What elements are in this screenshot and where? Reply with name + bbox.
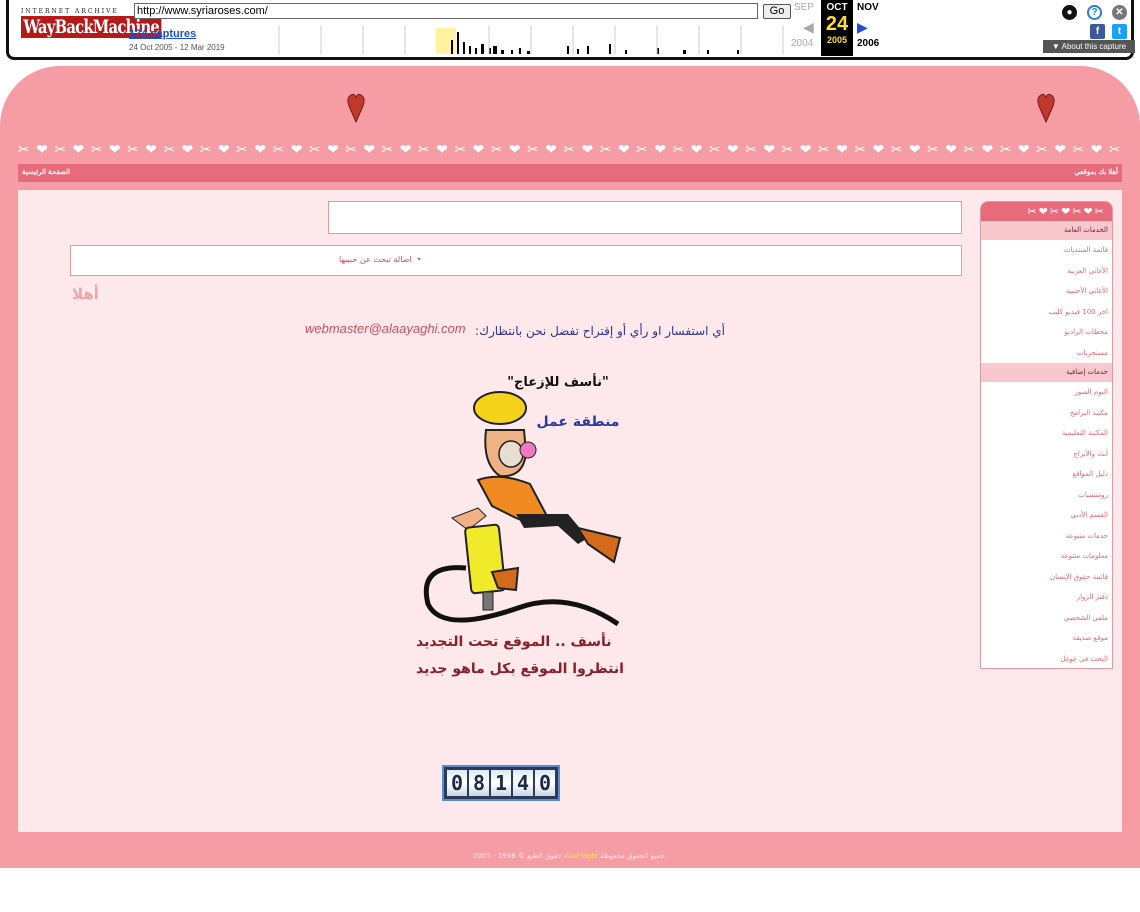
footer-copyright: حقوق الطبع © 1998 - 2005 [473,852,562,860]
sidebar-item[interactable]: دفتر الزوار [981,587,1112,608]
captures-link[interactable]: 174 captures [129,28,196,40]
next-month[interactable]: NOV [857,2,879,13]
sidebar-item[interactable]: محطات الراديو [981,322,1112,343]
sidebar-item[interactable]: مسنجريات [981,343,1112,364]
wayback-panel: INTERNET ARCHIVE WayBackMachine Go 174 c… [6,0,1135,60]
sidebar-item[interactable]: أنت والأبراج [981,444,1112,465]
heart-ribbon-icon [1037,93,1055,124]
sidebar: ✂❤✂❤✂❤✂ الخدمات العامة قائمة المنتديات ا… [980,201,1113,669]
go-button[interactable]: Go [763,4,791,19]
current-day: 24 [825,13,849,35]
sidebar-item[interactable]: اخر 100 فيديو كليب [981,302,1112,323]
sidebar-item[interactable]: قائمة المنتديات [981,240,1112,261]
sidebar-item[interactable]: قائمة حقوق الإنسان [981,567,1112,588]
next-year[interactable]: 2006 [857,38,879,49]
sidebar-section-extra: خدمات إضافية [981,363,1112,382]
help-icon[interactable]: ? [1087,5,1102,20]
sidebar-hearts-icon: ✂❤✂❤✂❤✂ [981,202,1112,221]
sidebar-item[interactable]: ملفي الشخصي [981,608,1112,629]
current-capture: OCT 24 2005 [821,0,853,56]
sidebar-item[interactable]: خدمات متنوعة [981,526,1112,547]
home-link[interactable]: الصفحة الرئيسية [22,164,70,182]
next-arrow-icon[interactable]: ▶ [857,20,868,36]
sidebar-item[interactable]: الأغاني الأجنبية [981,281,1112,302]
about-capture-label: About this capture [1061,42,1127,51]
greeting-heading: أهلا [72,285,99,303]
welcome-text: أهلا بك بموقعي [1074,169,1118,176]
counter-digit: 0 [535,770,555,796]
close-icon[interactable]: ✕ [1112,5,1127,20]
counter-digit: 0 [447,770,467,796]
news-item-label: اصالة تبحث عن حبيبها [339,255,412,264]
sidebar-item[interactable]: معلومات متنوعة [981,546,1112,567]
facebook-icon[interactable]: f [1090,24,1105,39]
news-item[interactable]: اصالة تبحث عن حبيبها • [339,255,421,264]
site-page: ✂ ❤ ✂ ❤ ✂ ❤ ✂ ❤ ✂ ❤ ✂ ❤ ✂ ❤ ✂ ❤ ✂ ❤ ✂ ❤ … [0,66,1140,868]
account-icon[interactable]: ● [1062,5,1077,20]
sidebar-item[interactable]: موقع صديقة [981,628,1112,649]
wayback-logo-caption: INTERNET ARCHIVE [21,8,119,15]
about-capture-link[interactable]: ▼ About this capture [1043,40,1135,53]
heart-ribbon-icon [347,93,365,124]
heart-border-icon: ✂ ❤ ✂ ❤ ✂ ❤ ✂ ❤ ✂ ❤ ✂ ❤ ✂ ❤ ✂ ❤ ✂ ❤ ✂ ❤ … [18,142,1122,158]
news-box: اصالة تبحث عن حبيبها • [70,245,962,276]
wayback-toolbar: INTERNET ARCHIVE WayBackMachine Go 174 c… [0,0,1140,62]
sidebar-item[interactable]: القسم الأدبي [981,505,1112,526]
capture-sparkline[interactable] [237,26,795,54]
counter-digit: 4 [513,770,533,796]
prev-year[interactable]: 2004 [791,38,813,49]
banner-box [328,201,962,234]
nav-bar: أهلا بك بموقعي الصفحة الرئيسية [18,164,1122,182]
sign-work-text: منطقة عمل [537,414,620,430]
sidebar-item[interactable]: الأغاني العربية [981,261,1112,282]
sidebar-item[interactable]: مكتبة البرامج [981,403,1112,424]
email-link[interactable]: webmaster@alaayaghi.com [305,321,466,336]
sidebar-item[interactable]: دليل المواقع [981,464,1112,485]
prev-arrow-icon[interactable]: ◀ [803,20,814,36]
sidebar-item[interactable]: البحث في غوغل [981,649,1112,670]
current-year: 2005 [826,35,848,45]
capture-range: 24 Oct 2005 - 12 Mar 2019 [129,43,225,52]
visit-counter: 0 8 1 4 0 [442,765,560,801]
sorry-line-2: انتظروا الموقع بكل ماهو جديد [416,661,624,677]
sorry-line-1: نأسف .. الموقع تحت التجديد [416,634,612,650]
url-input[interactable] [134,3,758,19]
main-content: اصالة تبحث عن حبيبها • أهلا أي استفسار ا… [18,190,1122,832]
footer: حقوق الطبع © 1998 - 2005 AlaaYaghi جميع … [0,852,1140,860]
footer-brand-link[interactable]: AlaaYaghi [564,852,598,860]
sidebar-item[interactable]: البوم الصور [981,382,1112,403]
counter-digit: 1 [491,770,511,796]
contact-text: أي استفسار او رأي أو إقتراح تفضل نحن بان… [475,324,725,338]
sidebar-item[interactable]: المكتبة التعليمية [981,423,1112,444]
sidebar-section-general: الخدمات العامة [981,221,1112,240]
sidebar-item[interactable]: رومنسيات [981,485,1112,506]
sign-sorry-text: "نأسف للإزعاج" [507,373,608,390]
prev-month[interactable]: SEP [794,2,814,13]
footer-rights: جميع الحقوق محفوظة. [600,852,667,860]
twitter-icon[interactable]: t [1112,24,1127,39]
current-month: OCT [826,2,848,13]
counter-digit: 8 [469,770,489,796]
